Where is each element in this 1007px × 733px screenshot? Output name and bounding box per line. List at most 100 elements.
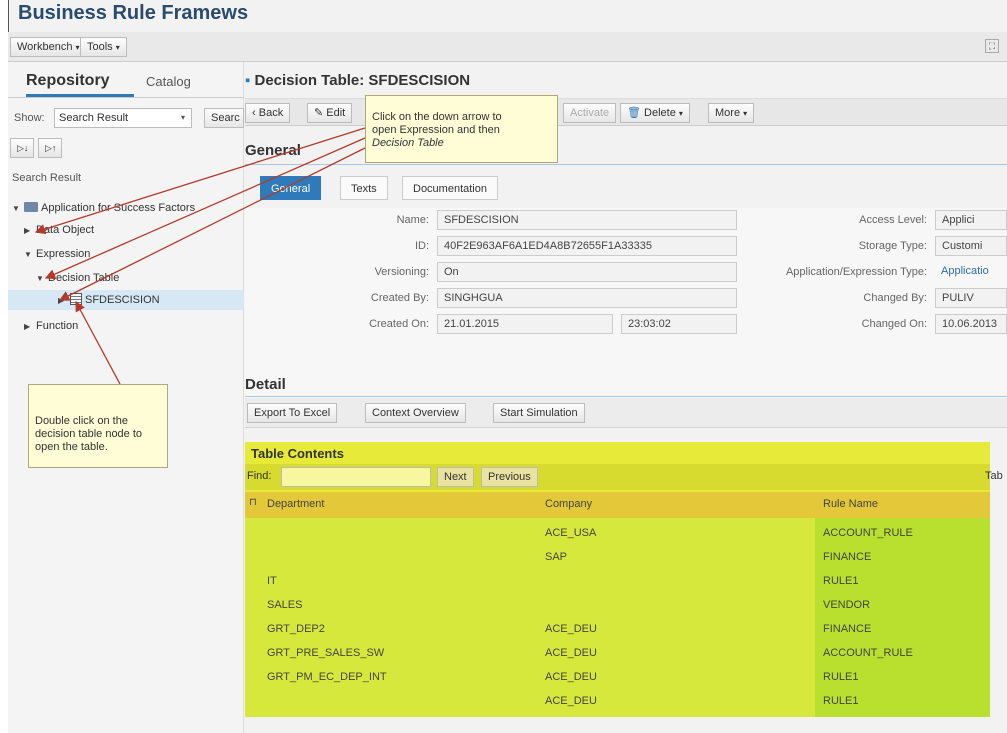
table-cell[interactable]: ACE_DEU bbox=[545, 623, 597, 635]
callout-text-6: open the table. bbox=[35, 441, 108, 453]
table-row[interactable]: ACE_USA ACCOUNT_RULE bbox=[245, 524, 990, 546]
table-cell[interactable]: ACCOUNT_RULE bbox=[823, 647, 913, 659]
divider bbox=[245, 396, 1007, 397]
page-title-text: Decision Table: SFDESCISION bbox=[254, 72, 471, 89]
table-row[interactable]: SAP FINANCE bbox=[245, 548, 990, 570]
collapse-all-icon[interactable]: ▷↑ bbox=[38, 138, 62, 158]
back-button[interactable]: ‹ Back bbox=[245, 103, 291, 123]
context-overview-button[interactable]: Context Overview bbox=[365, 403, 466, 423]
tree-node-data-object[interactable]: ▶ Data Object bbox=[24, 220, 94, 240]
callout-text-3: Decision Table bbox=[372, 137, 444, 149]
table-row[interactable]: ACE_DEU RULE1 bbox=[245, 692, 990, 714]
workbench-label: Workbench bbox=[17, 41, 73, 53]
callout-text-1: Click on the down arrow to bbox=[372, 111, 502, 123]
table-contents-title: Table Contents bbox=[251, 446, 344, 461]
chevron-down-icon: ▾ bbox=[180, 113, 185, 122]
tab-documentation[interactable]: Documentation bbox=[402, 176, 498, 200]
next-button[interactable]: Next bbox=[437, 467, 474, 487]
chevron-down-icon[interactable]: ▼ bbox=[24, 245, 36, 265]
chevron-right-icon[interactable]: ▶ bbox=[58, 291, 70, 311]
table-cell[interactable]: FINANCE bbox=[823, 551, 871, 563]
table-settings-icon[interactable]: ⊓ bbox=[249, 497, 257, 508]
table-cell[interactable]: ACE_DEU bbox=[545, 671, 597, 683]
tab-general[interactable]: General bbox=[260, 176, 322, 200]
table-cell[interactable]: SALES bbox=[267, 599, 302, 611]
start-simulation-button[interactable]: Start Simulation bbox=[493, 403, 585, 423]
table-cell[interactable]: GRT_PRE_SALES_SW bbox=[267, 647, 384, 659]
detail-toolbar: Export To Excel Context Overview Start S… bbox=[245, 398, 1007, 428]
chevron-right-icon[interactable]: ▶ bbox=[24, 221, 36, 241]
storage-type-label: Storage Type: bbox=[858, 240, 927, 252]
callout-text-2: open Expression and then bbox=[372, 124, 500, 136]
more-button[interactable]: More ▾ bbox=[708, 103, 755, 123]
delete-button[interactable]: 🗑 Delete ▾ bbox=[620, 103, 690, 123]
table-row[interactable]: GRT_PRE_SALES_SW ACE_DEU ACCOUNT_RULE bbox=[245, 644, 990, 666]
chevron-down-icon[interactable]: ▼ bbox=[12, 199, 24, 219]
table-row[interactable]: GRT_DEP2 ACE_DEU FINANCE bbox=[245, 620, 990, 642]
table-cell[interactable]: ACE_DEU bbox=[545, 647, 597, 659]
created-on-date-field: 21.01.2015 bbox=[437, 314, 613, 334]
tree-node-expression[interactable]: ▼ Expression bbox=[24, 244, 90, 264]
callout-text-4: Double click on the bbox=[35, 415, 128, 427]
show-select[interactable]: Search Result ▾ bbox=[54, 108, 192, 128]
previous-button[interactable]: Previous bbox=[481, 467, 538, 487]
workbench-menu[interactable]: Workbench ▾ bbox=[10, 37, 87, 57]
table-cell[interactable]: RULE1 bbox=[823, 695, 858, 707]
storage-type-field: Customi bbox=[935, 236, 1007, 256]
general-heading: General bbox=[245, 142, 301, 159]
table-row[interactable]: GRT_PM_EC_DEP_INT ACE_DEU RULE1 bbox=[245, 668, 990, 690]
chevron-down-icon: ▾ bbox=[743, 109, 748, 118]
delete-label: Delete bbox=[644, 107, 676, 119]
table-cell[interactable]: RULE1 bbox=[823, 671, 858, 683]
chevron-right-icon[interactable]: ▶ bbox=[24, 317, 36, 337]
table-cell[interactable]: IT bbox=[267, 575, 277, 587]
app-expr-type-link[interactable]: Applicatio bbox=[935, 262, 1007, 282]
find-label: Find: bbox=[247, 470, 272, 482]
fullscreen-icon[interactable]: ⛶ bbox=[985, 39, 999, 53]
table-cell[interactable]: SAP bbox=[545, 551, 567, 563]
activate-button[interactable]: Activate bbox=[563, 103, 617, 123]
table-cell[interactable]: VENDOR bbox=[823, 599, 870, 611]
table-row[interactable]: IT RULE1 bbox=[245, 572, 990, 594]
id-field: 40F2E963AF6A1ED4A8B72655F1A33335 bbox=[437, 236, 737, 256]
table-cell[interactable]: ACE_USA bbox=[545, 527, 596, 539]
tools-label: Tools bbox=[87, 41, 113, 53]
tab-repository[interactable]: Repository bbox=[26, 72, 110, 90]
changed-on-field: 10.06.2013 bbox=[935, 314, 1007, 334]
table-cell[interactable]: GRT_PM_EC_DEP_INT bbox=[267, 671, 387, 683]
active-tab-indicator bbox=[26, 94, 134, 97]
tree-node-decision-table[interactable]: ▼ Decision Table bbox=[36, 268, 119, 288]
tree-node-label: SFDESCISION bbox=[85, 294, 160, 306]
callout-text-5: decision table node to bbox=[35, 428, 143, 440]
table-cell[interactable]: FINANCE bbox=[823, 623, 871, 635]
name-field: SFDESCISION bbox=[437, 210, 737, 230]
chevron-down-icon[interactable]: ▼ bbox=[36, 269, 48, 289]
top-menu-bar: Workbench ▾ Tools ▾ bbox=[8, 32, 1007, 62]
tab-texts[interactable]: Texts bbox=[340, 176, 388, 200]
table-cell[interactable]: ACE_DEU bbox=[545, 695, 597, 707]
table-cell[interactable]: ACCOUNT_RULE bbox=[823, 527, 913, 539]
search-button[interactable]: Searc bbox=[204, 108, 244, 128]
tools-menu[interactable]: Tools ▾ bbox=[80, 37, 127, 57]
edit-button[interactable]: ✎ Edit bbox=[307, 103, 353, 123]
export-to-excel-button[interactable]: Export To Excel bbox=[247, 403, 338, 423]
column-header-department[interactable]: Department bbox=[267, 498, 324, 510]
column-header-company[interactable]: Company bbox=[545, 498, 592, 510]
tree-node-label: Data Object bbox=[36, 224, 95, 236]
tree-node-application[interactable]: ▼ Application for Success Factors bbox=[12, 198, 195, 218]
table-icon bbox=[70, 293, 82, 305]
table-row[interactable]: SALES VENDOR bbox=[245, 596, 990, 618]
tree-node-sfdescision[interactable]: ▶ SFDESCISION bbox=[8, 290, 244, 310]
main-panel: ▪ Decision Table: SFDESCISION ‹ Back ✎ E… bbox=[245, 62, 1007, 733]
expand-all-icon[interactable]: ▷↓ bbox=[10, 138, 34, 158]
table-cell[interactable]: GRT_DEP2 bbox=[267, 623, 325, 635]
tab-catalog[interactable]: Catalog bbox=[146, 74, 191, 89]
show-row: Show: Search Result ▾ Searc bbox=[8, 106, 244, 130]
table-cell[interactable]: RULE1 bbox=[823, 575, 858, 587]
tree-node-function[interactable]: ▶ Function bbox=[24, 316, 78, 336]
show-label: Show: bbox=[14, 112, 45, 124]
find-input[interactable] bbox=[281, 467, 431, 487]
app-expr-type-label: Application/Expression Type: bbox=[785, 266, 927, 278]
column-header-rule-name[interactable]: Rule Name bbox=[823, 498, 878, 510]
chevron-down-icon: ▾ bbox=[75, 43, 80, 52]
